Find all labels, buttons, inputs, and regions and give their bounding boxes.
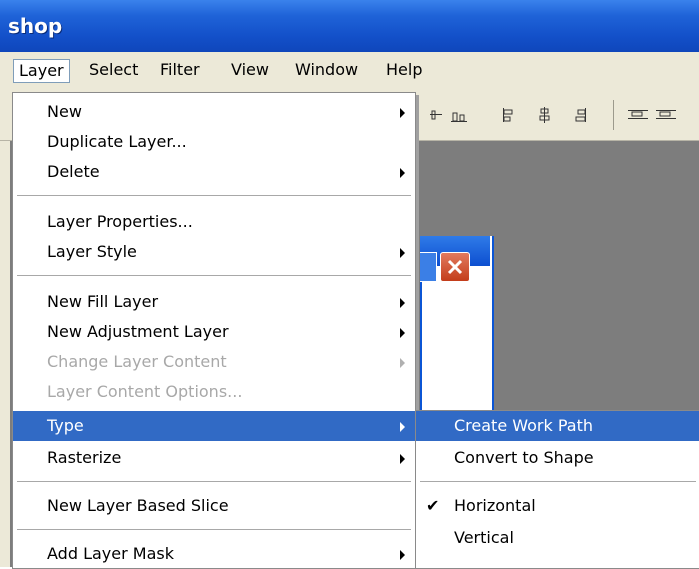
submenu-item-label: Horizontal (454, 496, 536, 515)
submenu-item-label: Create Work Path (454, 416, 593, 435)
type-submenu: Create Work Path Convert to Shape ✔ Horiz… (415, 410, 699, 569)
menu-item-layer-style[interactable]: Layer Style (13, 237, 415, 267)
menu-item-layer-content-options: Layer Content Options... (13, 377, 415, 407)
menu-view[interactable]: View (226, 58, 274, 82)
submenu-arrow-icon (400, 248, 405, 258)
submenu-item-horizontal[interactable]: ✔ Horizontal (416, 491, 699, 521)
close-icon[interactable] (440, 252, 470, 282)
menu-item-layer-properties[interactable]: Layer Properties... (13, 207, 415, 237)
menu-item-label: New Fill Layer (47, 292, 159, 311)
menu-item-label: Layer Style (47, 242, 137, 261)
menu-item-type[interactable]: Type (13, 411, 415, 441)
submenu-item-create-work-path[interactable]: Create Work Path (416, 411, 699, 441)
menu-item-label: New Layer Based Slice (47, 496, 229, 515)
menu-separator (17, 481, 411, 483)
title-bar: shop (0, 0, 699, 52)
align-left-icon[interactable] (428, 106, 444, 124)
menu-separator (17, 275, 411, 277)
submenu-arrow-icon (400, 358, 405, 368)
menu-separator (17, 195, 411, 197)
menu-select[interactable]: Select (84, 58, 143, 82)
menu-bar: Layer Select Filter View Window Help (0, 52, 699, 89)
menu-item-delete[interactable]: Delete (13, 157, 415, 187)
checkmark-icon: ✔ (426, 496, 440, 515)
distribute-top-icon[interactable] (627, 106, 651, 124)
menu-item-label: New (47, 102, 82, 121)
menu-item-label: Delete (47, 162, 100, 181)
submenu-arrow-icon (400, 298, 405, 308)
menu-item-new-layer-based-slice[interactable]: New Layer Based Slice (13, 491, 415, 521)
submenu-item-label: Convert to Shape (454, 448, 594, 467)
submenu-arrow-icon (400, 108, 405, 118)
menu-item-label: Type (47, 416, 84, 435)
menu-item-change-layer-content: Change Layer Content (13, 347, 415, 377)
submenu-arrow-icon (400, 168, 405, 178)
menu-item-add-layer-mask[interactable]: Add Layer Mask (13, 539, 415, 569)
align-right-edges-icon[interactable] (572, 106, 588, 124)
menu-item-new-adjustment-layer[interactable]: New Adjustment Layer (13, 317, 415, 347)
menu-item-label: Rasterize (47, 448, 122, 467)
submenu-item-convert-to-shape[interactable]: Convert to Shape (416, 443, 699, 473)
submenu-separator (420, 481, 696, 483)
menu-item-label: Layer Properties... (47, 212, 193, 231)
menu-item-duplicate-layer[interactable]: Duplicate Layer... (13, 127, 415, 157)
toolbox-edge (0, 141, 10, 567)
submenu-arrow-icon (400, 328, 405, 338)
menu-item-label: Layer Content Options... (47, 382, 243, 401)
submenu-arrow-icon (400, 422, 405, 432)
close-x-glyph (447, 259, 463, 275)
menu-item-new[interactable]: New (13, 97, 415, 127)
window-title: shop (8, 14, 63, 38)
menu-layer[interactable]: Layer (13, 59, 70, 83)
distribute-centers-icon[interactable] (655, 106, 679, 124)
submenu-item-vertical[interactable]: Vertical (416, 523, 699, 553)
layer-menu: New Duplicate Layer... Delete Layer Prop… (12, 92, 416, 569)
menu-help[interactable]: Help (381, 58, 427, 82)
align-top-edges-icon[interactable] (501, 106, 517, 124)
menu-separator (17, 529, 411, 531)
toolbar-divider (613, 100, 614, 130)
menu-item-label: New Adjustment Layer (47, 322, 229, 341)
submenu-item-label: Vertical (454, 528, 514, 547)
menu-item-rasterize[interactable]: Rasterize (13, 443, 415, 473)
menu-item-label: Duplicate Layer... (47, 132, 187, 151)
submenu-arrow-icon (400, 550, 405, 560)
align-bottom-icon[interactable] (450, 106, 468, 124)
align-vertical-centers-icon[interactable] (537, 106, 553, 124)
maximize-icon[interactable] (420, 252, 437, 282)
menu-filter[interactable]: Filter (155, 58, 205, 82)
menu-item-label: Change Layer Content (47, 352, 227, 371)
menu-item-label: Add Layer Mask (47, 544, 174, 563)
menu-window[interactable]: Window (290, 58, 363, 82)
menu-item-new-fill-layer[interactable]: New Fill Layer (13, 287, 415, 317)
submenu-arrow-icon (400, 454, 405, 464)
